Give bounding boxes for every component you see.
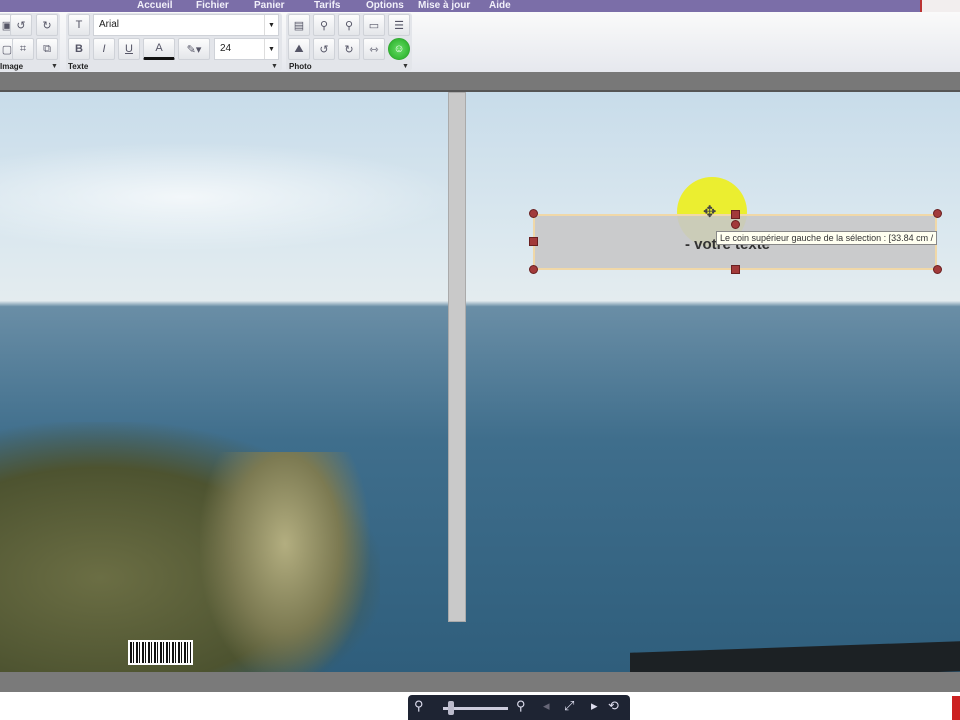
- rotate-left-icon[interactable]: ↺: [10, 14, 32, 36]
- barcode: [128, 640, 193, 665]
- resize-handle[interactable]: [933, 265, 942, 274]
- image-copy-icon[interactable]: ⧉: [36, 38, 58, 60]
- menu-panier[interactable]: Panier: [254, 0, 285, 12]
- add-photo-icon[interactable]: ▤: [288, 14, 310, 36]
- zoom-toolbar: ⚲ ⚲ ◂ ⤢ ▸ ⟲: [408, 695, 630, 720]
- chevron-down-icon[interactable]: ▼: [264, 39, 278, 59]
- font-select[interactable]: Arial ▼: [93, 14, 279, 36]
- zoom-out-icon[interactable]: ⚲: [414, 698, 424, 714]
- fill-color-icon[interactable]: ✎▾: [178, 38, 210, 60]
- bold-button[interactable]: B: [68, 38, 90, 60]
- text-group: T Arial ▼ B I U A ✎▾ 24 ▼ Texte ▼: [66, 13, 282, 71]
- menu-options[interactable]: Options: [366, 0, 404, 12]
- font-size-value: 24: [220, 43, 232, 54]
- previous-page-icon[interactable]: ◂: [543, 698, 550, 714]
- photo-clouds: [0, 142, 460, 252]
- photo-group: ▤ ⚲ ⚲ ▭ ☰ ⛰ ↺ ↻ ⇿ ☺ Photo ▼: [286, 13, 412, 71]
- text-group-expand-icon[interactable]: ▼: [271, 63, 278, 70]
- zoom-slider-thumb[interactable]: [448, 701, 454, 715]
- underline-button[interactable]: U: [118, 38, 140, 60]
- rotate-right-photo-icon[interactable]: ↻: [338, 38, 360, 60]
- zoom-in-icon[interactable]: ⚲: [516, 698, 526, 714]
- rotate-handle[interactable]: [731, 220, 740, 229]
- rotate-view-icon[interactable]: ⟲: [608, 698, 619, 714]
- book-spine[interactable]: [448, 92, 466, 622]
- chevron-down-icon[interactable]: ▼: [264, 15, 278, 35]
- move-cursor-icon: ✥: [703, 204, 717, 221]
- menu-fichier[interactable]: Fichier: [196, 0, 229, 12]
- resize-handle[interactable]: [529, 237, 538, 246]
- photo-trees: [200, 452, 370, 672]
- fit-screen-icon[interactable]: ⤢: [564, 698, 574, 714]
- flip-icon[interactable]: ⇿: [363, 38, 385, 60]
- menu-accueil[interactable]: Accueil: [137, 0, 173, 12]
- landscape-icon[interactable]: ⛰: [288, 38, 310, 60]
- separator-bar: [0, 672, 960, 692]
- photo-railing: [630, 641, 960, 672]
- separator-bar: [0, 72, 960, 92]
- ribbon: ▣ ↺ ↻ ▢ ⌗ ⧉ Image ▼ T Arial ▼ B I U A ✎▾ …: [0, 12, 960, 72]
- align-icon[interactable]: ☰: [388, 14, 410, 36]
- image-group: ▣ ↺ ↻ ▢ ⌗ ⧉ Image ▼: [0, 13, 60, 71]
- menu-aide[interactable]: Aide: [489, 0, 511, 12]
- menu-bar: Accueil Fichier Panier Tarifs Options Mi…: [0, 0, 960, 12]
- position-tooltip: Le coin supérieur gauche de la sélection…: [716, 231, 938, 245]
- side-tab[interactable]: [952, 696, 960, 720]
- frame-icon[interactable]: ▭: [363, 14, 385, 36]
- resize-handle[interactable]: [529, 265, 538, 274]
- app-logo: [920, 0, 960, 12]
- resize-handle[interactable]: [731, 210, 740, 219]
- font-value: Arial: [99, 19, 120, 30]
- menu-mise-a-jour[interactable]: Mise à jour: [418, 0, 470, 12]
- image-crop-icon[interactable]: ⌗: [12, 38, 34, 60]
- effects-icon[interactable]: ☺: [388, 38, 410, 60]
- text-group-label: Texte: [68, 62, 89, 71]
- image-group-expand-icon[interactable]: ▼: [51, 63, 58, 70]
- resize-handle[interactable]: [529, 209, 538, 218]
- menu-tarifs[interactable]: Tarifs: [314, 0, 341, 12]
- font-size-select[interactable]: 24 ▼: [214, 38, 279, 60]
- rotate-left-photo-icon[interactable]: ↺: [313, 38, 335, 60]
- next-page-icon[interactable]: ▸: [591, 698, 598, 714]
- design-canvas[interactable]: - votre texte ✥ Le coin supérieur gauche…: [0, 92, 960, 672]
- rotate-right-icon[interactable]: ↻: [36, 14, 58, 36]
- image-group-label: Image: [0, 62, 24, 71]
- photo-group-expand-icon[interactable]: ▼: [402, 63, 409, 70]
- text-color-button[interactable]: A: [143, 38, 175, 60]
- photo-group-label: Photo: [289, 62, 312, 71]
- resize-handle[interactable]: [731, 265, 740, 274]
- resize-handle[interactable]: [933, 209, 942, 218]
- add-text-icon[interactable]: T: [68, 14, 90, 36]
- person-search-icon[interactable]: ⚲: [338, 14, 360, 36]
- italic-button[interactable]: I: [93, 38, 115, 60]
- person-icon[interactable]: ⚲: [313, 14, 335, 36]
